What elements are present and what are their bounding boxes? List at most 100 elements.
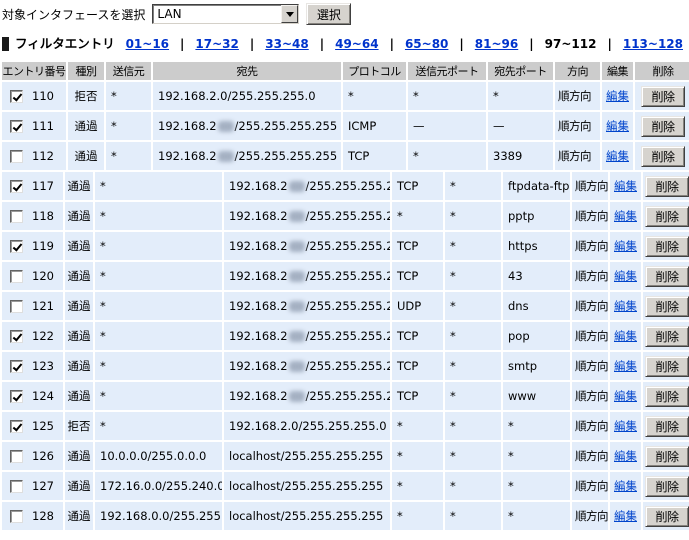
edit-link[interactable]: 編集 [606,148,629,164]
edit-link[interactable]: 編集 [614,268,637,284]
edit-link[interactable]: 編集 [614,208,637,224]
row-checkbox[interactable] [10,450,23,463]
delete-button[interactable]: 削除 [645,206,689,227]
row-checkbox[interactable] [10,300,23,313]
destination-suffix: /255.255.255.255 [306,239,390,253]
row-checkbox[interactable] [10,510,23,523]
row-checkbox[interactable] [10,390,23,403]
select-button[interactable]: 選択 [306,3,351,25]
edit-link[interactable]: 編集 [614,298,637,314]
edit-link[interactable]: 編集 [614,358,637,374]
delete-button[interactable]: 削除 [645,296,689,317]
destination-suffix: /255.255.255.255 [306,359,390,373]
delete-button[interactable]: 削除 [645,176,689,197]
entry-cell: 112 [2,142,66,170]
pagination-page-link[interactable]: 33~48 [265,37,308,51]
source-cell: * [106,82,151,110]
destination-cell: 192.168.2/255.255.255.255 [224,262,390,290]
entry-number: 111 [32,119,54,133]
source-port-cell: * [445,232,501,260]
redacted-ip-blur [289,241,305,252]
edit-link[interactable]: 編集 [606,88,629,104]
delete-button[interactable]: 削除 [645,386,689,407]
row-checkbox[interactable] [10,420,23,433]
pagination-page-link[interactable]: 17~32 [195,37,238,51]
edit-link[interactable]: 編集 [614,328,637,344]
dest-port-cell: https [503,232,570,260]
row-checkbox[interactable] [10,90,23,103]
pagination-page-link[interactable]: 113~128 [623,37,683,51]
type-cell: 通過 [65,382,93,410]
table-row: 110拒否*192.168.2.0/255.255.255.0***順方向編集削… [2,82,687,110]
delete-button[interactable]: 削除 [645,356,689,377]
direction-cell: 順方向 [572,352,608,380]
row-checkbox[interactable] [10,210,23,223]
destination-cell: 192.168.2/255.255.255.255 [153,112,341,140]
redacted-ip-blur [218,151,234,162]
edit-link[interactable]: 編集 [614,508,637,524]
redacted-ip-blur [289,361,305,372]
column-header: 方向 [555,62,600,80]
delete-button[interactable]: 削除 [645,476,689,497]
delete-cell: 削除 [643,202,689,230]
destination-value: 192.168.2/255.255.255.255 [229,299,390,313]
destination-value: 192.168.2/255.255.255.255 [229,329,390,343]
source-cell: * [95,262,222,290]
pagination-page-link[interactable]: 01~16 [126,37,169,51]
table-row: 118通過*192.168.2/255.255.255.255**pptp順方向… [2,202,687,230]
entry-cell: 121 [2,292,63,320]
delete-cell: 削除 [643,172,689,200]
destination-cell: localhost/255.255.255.255 [224,472,390,500]
row-checkbox[interactable] [10,240,23,253]
source-port-cell: * [445,322,501,350]
row-checkbox[interactable] [10,120,23,133]
delete-button[interactable]: 削除 [645,326,689,347]
interface-select[interactable]: LAN [152,4,299,24]
edit-link[interactable]: 編集 [606,118,629,134]
delete-button[interactable]: 削除 [645,266,689,287]
table-header-row: エントリ番号種別送信元宛先プロトコル送信元ポート宛先ポート方向編集削除 [2,62,687,80]
combo-dropdown-button[interactable] [281,5,298,23]
delete-button[interactable]: 削除 [645,446,689,467]
destination-suffix: /255.255.255.255 [306,389,390,403]
entry-cell: 122 [2,322,63,350]
edit-link[interactable]: 編集 [614,418,637,434]
edit-cell: 編集 [610,232,641,260]
row-checkbox[interactable] [10,330,23,343]
direction-cell: 順方向 [572,502,608,530]
edit-cell: 編集 [610,442,641,470]
delete-button[interactable]: 削除 [645,506,689,527]
type-cell: 拒否 [65,412,93,440]
destination-suffix: /255.255.255.255 [306,299,390,313]
redacted-ip-blur [218,121,234,132]
destination-value: 192.168.2/255.255.255.255 [229,239,390,253]
entry-cell: 128 [2,502,63,530]
edit-link[interactable]: 編集 [614,388,637,404]
entry-number: 119 [32,239,54,253]
delete-button[interactable]: 削除 [641,146,685,167]
delete-cell: 削除 [643,232,689,260]
edit-link[interactable]: 編集 [614,178,637,194]
destination-prefix: 192.168.2 [229,209,288,223]
delete-button[interactable]: 削除 [645,416,689,437]
edit-link[interactable]: 編集 [614,448,637,464]
delete-button[interactable]: 削除 [645,236,689,257]
delete-button[interactable]: 削除 [641,116,685,137]
delete-button[interactable]: 削除 [641,86,685,107]
row-checkbox[interactable] [10,150,23,163]
edit-cell: 編集 [610,262,641,290]
pagination-page-link[interactable]: 65~80 [405,37,448,51]
row-checkbox[interactable] [10,360,23,373]
dest-port-cell: * [503,442,570,470]
direction-cell: 順方向 [572,412,608,440]
source-port-cell: * [408,142,486,170]
row-checkbox[interactable] [10,270,23,283]
destination-value: 192.168.2/255.255.255.255 [229,389,390,403]
edit-link[interactable]: 編集 [614,478,637,494]
delete-cell: 削除 [643,412,689,440]
row-checkbox[interactable] [10,480,23,493]
row-checkbox[interactable] [10,180,23,193]
pagination-page-link[interactable]: 81~96 [475,37,518,51]
edit-link[interactable]: 編集 [614,238,637,254]
pagination-page-link[interactable]: 49~64 [335,37,378,51]
